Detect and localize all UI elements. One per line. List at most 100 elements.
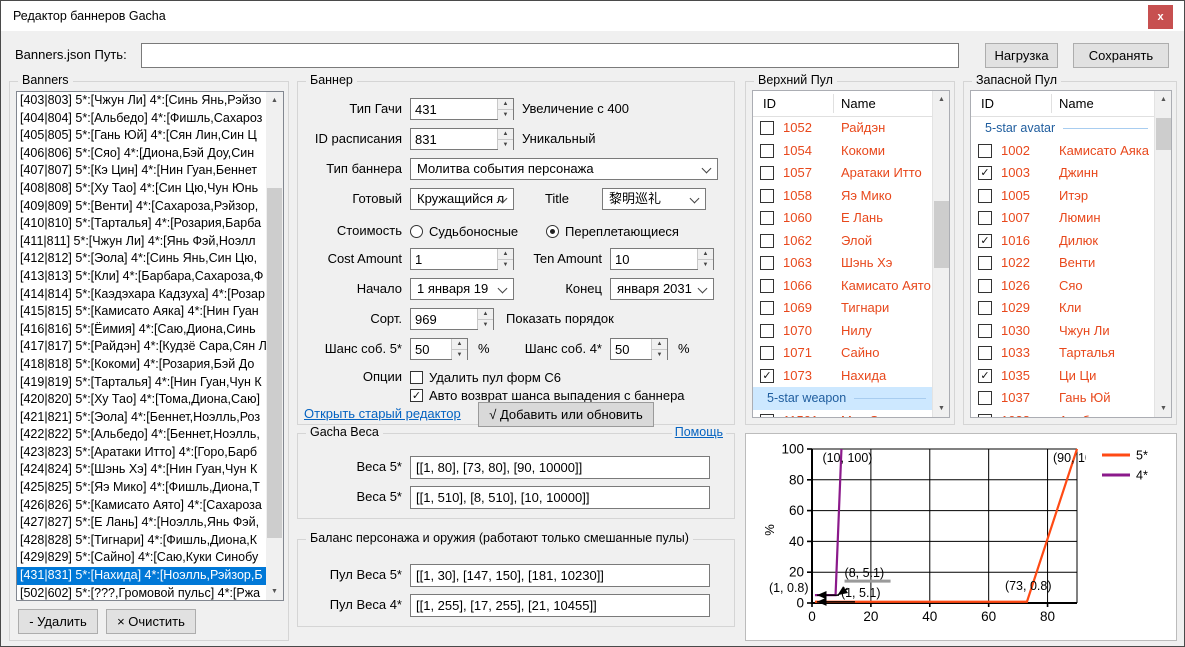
open-old-editor-link[interactable]: Открыть старый редактор (304, 406, 461, 421)
checkbox-icon[interactable] (760, 211, 774, 225)
pool-item-row[interactable]: 1054Кокоми (753, 140, 932, 163)
pool-item-row[interactable]: 1052Райдэн (753, 117, 932, 140)
pool-item-row[interactable]: 1033Тарталья (971, 342, 1154, 365)
scroll-thumb[interactable] (1156, 118, 1171, 150)
scroll-down-icon[interactable]: ▼ (266, 583, 283, 600)
pool-category-separator[interactable]: 5-star avatar (971, 117, 1154, 140)
banner-list-item[interactable]: [415|815] 5*:[Камисато Аяка] 4*:[Нин Гуа… (17, 303, 266, 321)
pool-weights5-input[interactable] (410, 564, 710, 587)
checkbox-checked-icon[interactable]: ✓ (978, 234, 992, 248)
banner-list-item[interactable]: [417|817] 5*:[Райдэн] 4*:[Кудзё Сара,Сян… (17, 338, 266, 356)
chance5-input[interactable] (411, 339, 451, 359)
clear-banners-button[interactable]: × Очистить (106, 609, 196, 634)
radio-intertwined[interactable]: Переплетающиеся (546, 220, 679, 242)
scroll-up-icon[interactable]: ▲ (1155, 91, 1172, 108)
delete-banner-button[interactable]: - Удалить (18, 609, 98, 634)
title-dropdown[interactable]: 黎明巡礼 (602, 188, 706, 210)
pool-weights4-input[interactable] (410, 594, 710, 617)
chance4-input[interactable] (611, 339, 651, 359)
checkbox-icon[interactable] (760, 324, 774, 338)
checkbox-icon[interactable] (978, 189, 992, 203)
checkbox-checked-icon[interactable]: ✓ (978, 369, 992, 383)
checkbox-icon[interactable] (978, 144, 992, 158)
spinner-arrows-icon[interactable]: ▲▼ (497, 129, 513, 149)
checkbox-icon[interactable] (978, 391, 992, 405)
pool-item-row[interactable]: ✓1016Дилюк (971, 230, 1154, 253)
checkbox-icon[interactable] (760, 414, 774, 418)
pool-item-row[interactable]: 1058Яэ Мико (753, 185, 932, 208)
checkbox-icon[interactable] (978, 301, 992, 315)
pool-item-row[interactable]: 1066Камисато Аято (753, 275, 932, 298)
pool-category-separator[interactable]: 5-star weapon (753, 387, 932, 410)
spinner-arrows-icon[interactable]: ▲▼ (651, 339, 667, 359)
checkbox-icon[interactable] (760, 144, 774, 158)
banner-list-item[interactable]: [418|818] 5*:[Кокоми] 4*:[Розария,Бэй До (17, 356, 266, 374)
upper-pool-table[interactable]: ID Name 1052Райдэн1054Кокоми1057Аратаки … (752, 90, 950, 418)
banner-list-item[interactable]: [426|826] 5*:[Камисато Аято] 4*:[Сахароз… (17, 497, 266, 515)
radio-fate[interactable]: Судьбоносные (410, 220, 518, 242)
checkbox-icon[interactable] (978, 211, 992, 225)
pool-item-row[interactable]: 1007Люмин (971, 207, 1154, 230)
schedule-id-spinner[interactable]: ▲▼ (410, 128, 514, 150)
path-input[interactable] (141, 43, 959, 68)
checkbox-checked-icon[interactable]: ✓ (978, 166, 992, 180)
scroll-thumb[interactable] (934, 201, 949, 268)
pool-item-row[interactable]: ✓1073Нахида (753, 365, 932, 388)
banner-list-item[interactable]: [425|825] 5*:[Яэ Мико] 4*:[Фишль,Диона,Т (17, 479, 266, 497)
banner-list-item[interactable]: [422|822] 5*:[Альбедо] 4*:[Беннет,Ноэлль… (17, 426, 266, 444)
checkbox-icon[interactable] (760, 301, 774, 315)
reserve-pool-scrollbar[interactable]: ▲ ▼ (1154, 91, 1171, 417)
ten-amount-spinner[interactable]: ▲▼ (610, 248, 714, 270)
pool-item-row[interactable]: 1038Альбедо (971, 410, 1154, 418)
banner-list-item[interactable]: [502|602] 5*:[???,Громовой пульс] 4*:[Рж… (17, 585, 266, 600)
reserve-pool-table[interactable]: ID Name 5-star avatar1002Камисато Аяка✓1… (970, 90, 1172, 418)
checkbox-icon[interactable] (760, 234, 774, 248)
banner-list-item[interactable]: [416|816] 5*:[Ёимия] 4*:[Саю,Диона,Синь (17, 321, 266, 339)
checkbox-icon[interactable] (760, 279, 774, 293)
scroll-thumb[interactable] (267, 188, 282, 538)
pool-item-row[interactable]: 1029Кли (971, 297, 1154, 320)
add-or-update-button[interactable]: √ Добавить или обновить (478, 402, 654, 427)
banner-list-item[interactable]: [411|811] 5*:[Чжун Ли] 4*:[Янь Фэй,Ноэлл (17, 233, 266, 251)
banner-list-item[interactable]: [427|827] 5*:[Е Лань] 4*:[Ноэлль,Янь Фэй… (17, 514, 266, 532)
checkbox-icon[interactable] (978, 279, 992, 293)
banner-list-item[interactable]: [405|805] 5*:[Гань Юй] 4*:[Сян Лин,Син Ц (17, 127, 266, 145)
banner-list-item[interactable]: [409|809] 5*:[Венти] 4*:[Сахароза,Рэйзор… (17, 198, 266, 216)
checkbox-icon[interactable] (760, 166, 774, 180)
checkbox-icon[interactable] (760, 189, 774, 203)
upper-pool-scrollbar[interactable]: ▲ ▼ (932, 91, 949, 417)
checkbox-icon[interactable] (760, 121, 774, 135)
banner-list-item[interactable]: [423|823] 5*:[Аратаки Итто] 4*:[Горо,Бар… (17, 444, 266, 462)
pool-item-row[interactable]: 1005Итэр (971, 185, 1154, 208)
banner-list-item[interactable]: [429|829] 5*:[Сайно] 4*:[Саю,Куки Синобу (17, 549, 266, 567)
pool-item-row[interactable]: 11501Меч Сокола (753, 410, 932, 418)
banner-list-item[interactable]: [410|810] 5*:[Тарталья] 4*:[Розария,Барб… (17, 215, 266, 233)
spinner-arrows-icon[interactable]: ▲▼ (697, 249, 713, 269)
save-button[interactable]: Сохранять (1073, 43, 1169, 68)
banner-list-item[interactable]: [420|820] 5*:[Ху Тао] 4*:[Тома,Диона,Саю… (17, 391, 266, 409)
banner-list-item[interactable]: [412|812] 5*:[Эола] 4*:[Синь Янь,Син Цю, (17, 250, 266, 268)
chance5-spinner[interactable]: ▲▼ (410, 338, 468, 360)
checkbox-checked-icon[interactable]: ✓ (760, 369, 774, 383)
option-remove-c6-checkbox[interactable]: Удалить пул форм C6 (410, 368, 561, 386)
close-button[interactable]: x (1148, 5, 1173, 29)
end-date-picker[interactable]: января 2031 (610, 278, 714, 300)
gacha-type-spinner[interactable]: ▲▼ (410, 98, 514, 120)
scroll-down-icon[interactable]: ▼ (1155, 400, 1172, 417)
banner-list-item[interactable]: [413|813] 5*:[Кли] 4*:[Барбара,Сахароза,… (17, 268, 266, 286)
checkbox-icon[interactable] (978, 346, 992, 360)
pool-item-row[interactable]: 1037Гань Юй (971, 387, 1154, 410)
pool-item-row[interactable]: 1069Тигнари (753, 297, 932, 320)
banners-scrollbar[interactable]: ▲ ▼ (266, 92, 283, 600)
banner-type-dropdown[interactable]: Молитва события персонажа (410, 158, 718, 180)
help-link[interactable]: Помощь (672, 425, 726, 439)
pool-item-row[interactable]: ✓1035Ци Ци (971, 365, 1154, 388)
weights5-input[interactable] (410, 456, 710, 479)
ten-amount-input[interactable] (611, 249, 697, 269)
sort-spinner[interactable]: ▲▼ (410, 308, 494, 330)
pool-item-row[interactable]: 1063Шэнь Хэ (753, 252, 932, 275)
pool-item-row[interactable]: ✓1003Джинн (971, 162, 1154, 185)
chance4-spinner[interactable]: ▲▼ (610, 338, 668, 360)
banner-list-item[interactable]: [428|828] 5*:[Тигнари] 4*:[Фишль,Диона,К (17, 532, 266, 550)
spinner-arrows-icon[interactable]: ▲▼ (497, 99, 513, 119)
